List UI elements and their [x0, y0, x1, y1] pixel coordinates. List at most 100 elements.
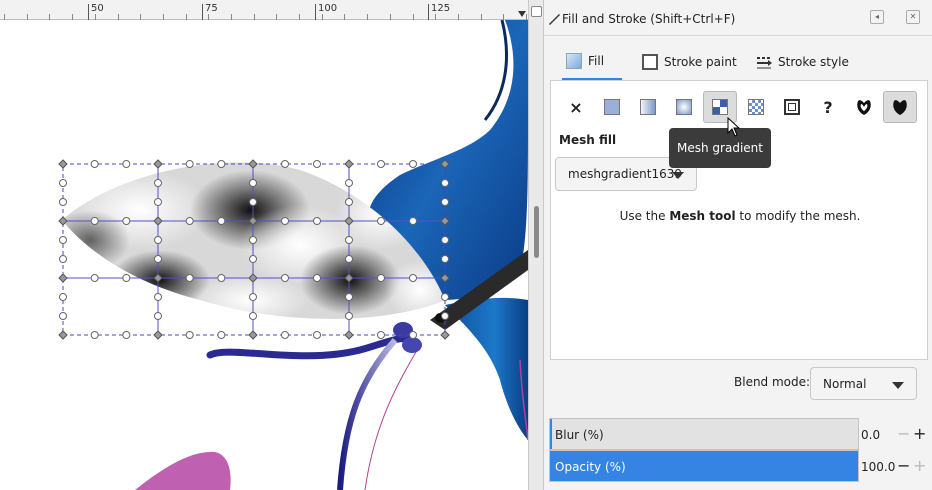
opacity-value[interactable]: 100.0: [861, 460, 895, 474]
mesh-corner-node[interactable]: [248, 330, 258, 340]
blur-slider[interactable]: Blur (%): [549, 418, 859, 450]
mesh-handle[interactable]: [345, 198, 353, 206]
mesh-corner-node[interactable]: [58, 159, 68, 169]
horizontal-ruler[interactable]: 50 75 100 125: [0, 0, 528, 20]
mesh-corner-node[interactable]: [344, 159, 354, 169]
mesh-handle[interactable]: [441, 312, 449, 320]
tab-fill[interactable]: Fill: [562, 44, 622, 80]
mesh-handle[interactable]: [90, 331, 99, 339]
mesh-handle[interactable]: [217, 160, 226, 168]
fill-rule-nonzero-button[interactable]: [883, 91, 917, 123]
mesh-handle[interactable]: [122, 217, 131, 225]
drawing-svg[interactable]: [0, 20, 528, 490]
tab-stroke-paint[interactable]: Stroke paint: [638, 44, 741, 80]
mesh-handle[interactable]: [313, 217, 321, 225]
mesh-handle[interactable]: [281, 217, 289, 225]
unset-paint-button[interactable]: ?: [811, 91, 845, 123]
tab-stroke-style[interactable]: Stroke style: [752, 44, 853, 80]
mesh-handle[interactable]: [441, 236, 449, 244]
mesh-handle[interactable]: [377, 331, 385, 339]
blur-value[interactable]: 0.0: [861, 428, 880, 442]
mesh-handle[interactable]: [249, 236, 257, 244]
mesh-handle[interactable]: [122, 331, 131, 339]
mesh-handle[interactable]: [154, 293, 162, 301]
mesh-handle[interactable]: [441, 255, 449, 263]
mesh-handle[interactable]: [345, 255, 353, 263]
close-icon[interactable]: ✕: [906, 10, 920, 24]
mesh-handle[interactable]: [90, 217, 99, 225]
mesh-handle[interactable]: [441, 198, 449, 206]
blur-increment-button[interactable]: +: [913, 426, 926, 442]
mesh-handle[interactable]: [249, 198, 257, 206]
scroll-lock-icon[interactable]: [531, 6, 542, 17]
mesh-handle[interactable]: [249, 255, 257, 263]
mesh-handle[interactable]: [281, 160, 289, 168]
mesh-handle[interactable]: [90, 160, 99, 168]
mesh-handle[interactable]: [185, 331, 194, 339]
mesh-handle[interactable]: [409, 217, 417, 225]
mesh-handle[interactable]: [217, 274, 226, 282]
mesh-handle[interactable]: [154, 179, 162, 187]
mesh-handle[interactable]: [281, 331, 289, 339]
mesh-handle[interactable]: [185, 160, 194, 168]
mesh-handle[interactable]: [377, 160, 385, 168]
no-paint-button[interactable]: ×: [559, 91, 593, 123]
mesh-handle[interactable]: [313, 331, 321, 339]
opacity-decrement-button[interactable]: −: [897, 458, 910, 474]
mesh-handle[interactable]: [154, 255, 162, 263]
mesh-handle[interactable]: [345, 312, 353, 320]
mesh-handle[interactable]: [313, 160, 321, 168]
blur-decrement-button[interactable]: −: [897, 426, 910, 442]
mesh-handle[interactable]: [154, 312, 162, 320]
mesh-handle[interactable]: [249, 312, 257, 320]
mesh-handle[interactable]: [409, 331, 417, 339]
mesh-corner-node[interactable]: [153, 330, 163, 340]
mesh-handle[interactable]: [59, 293, 67, 301]
mesh-handle[interactable]: [345, 179, 353, 187]
mesh-handle[interactable]: [441, 293, 449, 301]
blend-mode-select[interactable]: Normal: [810, 367, 917, 400]
mesh-handle[interactable]: [377, 274, 385, 282]
mesh-handle[interactable]: [154, 198, 162, 206]
mesh-handle[interactable]: [377, 217, 385, 225]
mesh-handle[interactable]: [59, 179, 67, 187]
mesh-handle[interactable]: [59, 236, 67, 244]
mesh-handle[interactable]: [409, 160, 417, 168]
mesh-corner-node[interactable]: [58, 330, 68, 340]
mesh-corner-node[interactable]: [153, 159, 163, 169]
mesh-handle[interactable]: [217, 331, 226, 339]
dock-arrow-icon[interactable]: ◂: [870, 10, 884, 24]
fill-rule-evenodd-button[interactable]: [847, 91, 881, 123]
mesh-handle[interactable]: [409, 274, 417, 282]
mesh-handle[interactable]: [281, 274, 289, 282]
mesh-handle[interactable]: [313, 274, 321, 282]
mesh-handle[interactable]: [122, 274, 131, 282]
mesh-handle[interactable]: [217, 217, 226, 225]
mesh-handle[interactable]: [59, 198, 67, 206]
linear-gradient-button[interactable]: [631, 91, 665, 123]
mesh-corner-node[interactable]: [58, 273, 68, 283]
pattern-button[interactable]: [739, 91, 773, 123]
mesh-handle[interactable]: [154, 236, 162, 244]
mesh-handle[interactable]: [441, 179, 449, 187]
mesh-handle[interactable]: [345, 293, 353, 301]
mesh-handle[interactable]: [345, 236, 353, 244]
scrollbar-thumb[interactable]: [534, 206, 539, 258]
pink-wing[interactable]: [135, 451, 231, 490]
swatch-button[interactable]: [775, 91, 809, 123]
mesh-corner-node[interactable]: [440, 330, 450, 340]
mesh-corner-node[interactable]: [344, 330, 354, 340]
radial-gradient-button[interactable]: [667, 91, 701, 123]
flat-color-button[interactable]: [595, 91, 629, 123]
opacity-increment-button[interactable]: +: [913, 458, 926, 474]
mesh-handle[interactable]: [249, 293, 257, 301]
mesh-handle[interactable]: [249, 179, 257, 187]
canvas[interactable]: 50 75 100 125: [0, 0, 528, 490]
mesh-handle[interactable]: [59, 255, 67, 263]
mesh-handle[interactable]: [90, 274, 99, 282]
canvas-vertical-scrollbar[interactable]: [528, 0, 544, 490]
mesh-handle[interactable]: [59, 312, 67, 320]
mesh-handle[interactable]: [185, 217, 194, 225]
mesh-handle[interactable]: [122, 160, 131, 168]
mesh-handle[interactable]: [185, 274, 194, 282]
